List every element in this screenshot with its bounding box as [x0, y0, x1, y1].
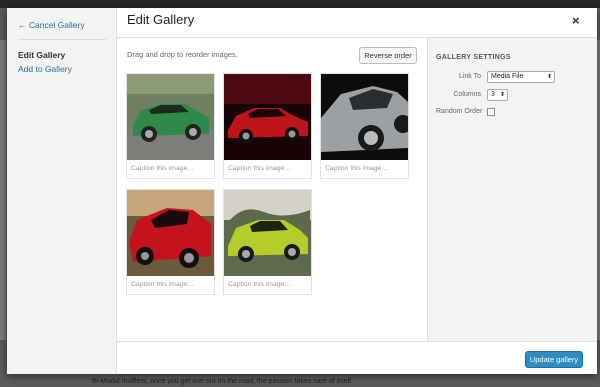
- random-order-checkbox[interactable]: [487, 108, 495, 116]
- background-text: Bi-Modal mufflers, once you get one out …: [92, 378, 352, 385]
- caption-field[interactable]: Caption this image…: [131, 165, 194, 172]
- link-to-label: Link To: [458, 73, 481, 80]
- close-icon[interactable]: ×: [572, 13, 580, 28]
- reverse-order-button[interactable]: Reverse order: [359, 47, 417, 64]
- gallery-content: Drag and drop to reorder images. Reverse…: [117, 38, 427, 341]
- link-to-select[interactable]: Media File ⬍: [487, 71, 555, 83]
- car-image[interactable]: [127, 74, 214, 160]
- edit-gallery-modal: ← Cancel Gallery Edit Gallery Add to Gal…: [7, 8, 597, 374]
- background-panel-left: [0, 40, 6, 340]
- columns-value: 3: [491, 91, 495, 98]
- caption-field[interactable]: Caption this image…: [131, 281, 194, 288]
- reorder-hint: Drag and drop to reorder images.: [127, 50, 238, 59]
- gallery-image-tile[interactable]: Caption this image…: [223, 73, 312, 179]
- gallery-image-tile[interactable]: Caption this image…: [320, 73, 409, 179]
- gallery-settings-panel: GALLERY SETTINGS Link To Media File ⬍ Co…: [427, 38, 597, 341]
- link-to-value: Media File: [491, 73, 524, 80]
- columns-select[interactable]: 3 ⬍: [487, 89, 508, 101]
- caption-field[interactable]: Caption this image…: [228, 165, 291, 172]
- menu-item-add-to-gallery[interactable]: Add to Gallery: [18, 64, 72, 74]
- caption-field[interactable]: Caption this image…: [228, 281, 291, 288]
- admin-bar: [0, 0, 600, 8]
- update-gallery-button[interactable]: Update gallery: [525, 351, 583, 368]
- gallery-image-tile[interactable]: Caption this image…: [223, 189, 312, 295]
- gallery-image-tile[interactable]: Caption this image…: [126, 189, 215, 295]
- caption-field[interactable]: Caption this image…: [325, 165, 388, 172]
- car-image[interactable]: [127, 190, 214, 276]
- gallery-settings-heading: GALLERY SETTINGS: [436, 54, 511, 61]
- media-menu: ← Cancel Gallery Edit Gallery Add to Gal…: [7, 8, 117, 374]
- car-image[interactable]: [224, 74, 311, 160]
- car-image[interactable]: [224, 190, 311, 276]
- menu-separator: [18, 39, 106, 40]
- modal-toolbar: Update gallery: [117, 341, 597, 374]
- car-image[interactable]: [321, 74, 408, 160]
- menu-item-edit-gallery[interactable]: Edit Gallery: [18, 50, 65, 60]
- cancel-gallery-link[interactable]: ← Cancel Gallery: [18, 20, 85, 30]
- columns-label: Columns: [453, 91, 481, 98]
- gallery-image-tile[interactable]: Caption this image…: [126, 73, 215, 179]
- random-order-label: Random Order: [436, 108, 483, 115]
- modal-title: Edit Gallery: [127, 12, 195, 27]
- select-arrows-icon: ⬍: [546, 74, 552, 80]
- select-arrows-icon: ⬍: [499, 92, 505, 98]
